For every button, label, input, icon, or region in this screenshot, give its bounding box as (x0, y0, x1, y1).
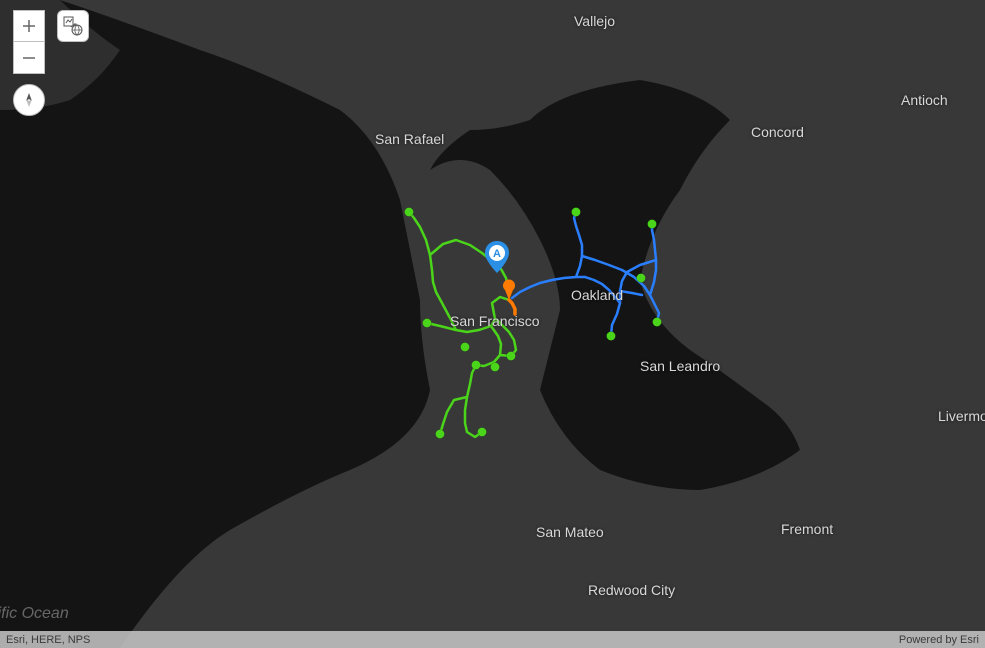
basemap-toggle-button[interactable] (57, 10, 89, 42)
basemap-layer (0, 0, 985, 648)
zoom-out-button[interactable] (13, 42, 45, 74)
basemap-icon (63, 16, 83, 36)
zoom-control (13, 10, 45, 74)
zoom-in-button[interactable] (13, 10, 45, 42)
plus-icon (22, 19, 36, 33)
svg-text:A: A (493, 248, 501, 260)
compass-icon (21, 92, 37, 108)
map-view[interactable]: VallejoSan RafaelConcordAntiochOaklandSa… (0, 0, 985, 648)
minus-icon (22, 51, 36, 65)
attribution-bar: Esri, HERE, NPS Powered by Esri (0, 631, 985, 648)
attribution-powered: Powered by Esri (899, 634, 979, 646)
water-shapes (0, 0, 985, 648)
map-controls (13, 10, 89, 116)
attribution-sources: Esri, HERE, NPS (6, 634, 90, 646)
compass-button[interactable] (13, 84, 45, 116)
origin-marker[interactable]: A (485, 241, 509, 278)
